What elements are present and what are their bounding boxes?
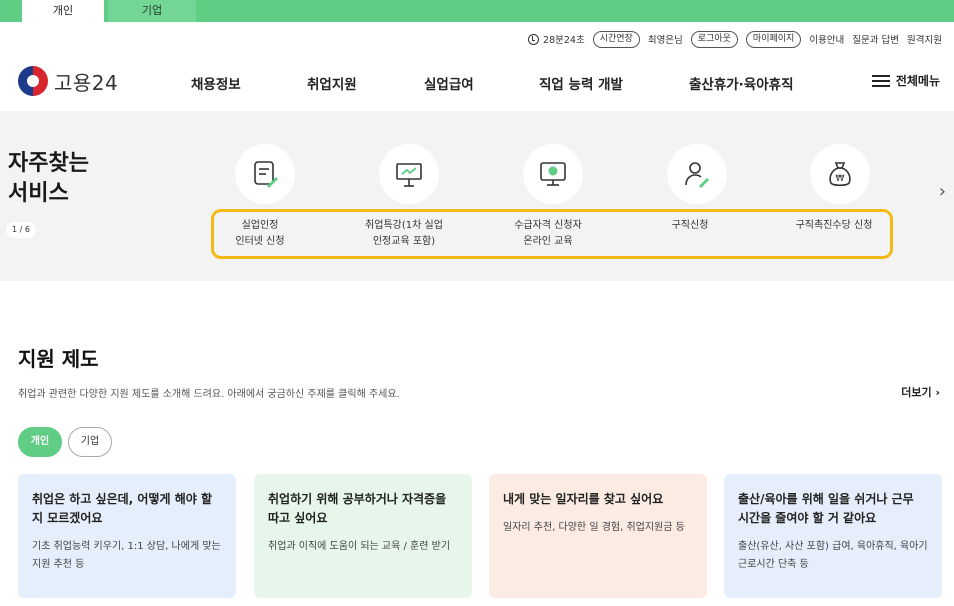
carousel-pager: 1 / 6 bbox=[6, 222, 36, 238]
chevron-right-icon[interactable]: › bbox=[939, 181, 946, 202]
user-name: 최영은님 bbox=[647, 35, 683, 46]
svg-text:₩: ₩ bbox=[836, 174, 845, 184]
monitor-play-icon[interactable] bbox=[523, 144, 583, 204]
support-card[interactable]: 출산/육아를 위해 일을 쉬거나 근무 시간을 줄여야 할 거 같아요 출산(유… bbox=[724, 474, 942, 598]
card-title: 출산/육아를 위해 일을 쉬거나 근무 시간을 줄여야 할 거 같아요 bbox=[738, 492, 914, 525]
main-header: 고용24 채용정보 취업지원 실업급여 직업 능력 개발 출산휴가·육아휴직 전… bbox=[0, 56, 954, 108]
card-title: 취업은 하고 싶은데, 어떻게 해야 할 지 모르겠어요 bbox=[32, 492, 213, 525]
global-nav: 채용정보 취업지원 실업급여 직업 능력 개발 출산휴가·육아휴직 bbox=[0, 73, 954, 93]
frequent-services-title: 자주찾는 서비스 bbox=[8, 151, 89, 206]
remote-support-link[interactable]: 원격지원 bbox=[907, 32, 942, 46]
money-bag-icon[interactable]: ₩ bbox=[810, 144, 870, 204]
nav-employment-support[interactable]: 취업지원 bbox=[307, 73, 357, 93]
card-title: 취업하기 위해 공부하거나 자격증을 따고 싶어요 bbox=[268, 492, 447, 525]
toggle-personal[interactable]: 개인 bbox=[18, 427, 62, 457]
qna-link[interactable]: 질문과 답변 bbox=[852, 32, 899, 46]
card-title: 내게 맞는 일자리를 찾고 싶어요 bbox=[503, 492, 664, 506]
section-description: 취업과 관련한 다양한 지원 제도를 소개해 드려요. 아래에서 궁금하신 주제… bbox=[18, 389, 400, 400]
nav-unemployment-benefit[interactable]: 실업급여 bbox=[424, 73, 474, 93]
support-card[interactable]: 취업하기 위해 공부하거나 자격증을 따고 싶어요 취업과 이직에 도움이 되는… bbox=[254, 474, 472, 598]
more-link[interactable]: 더보기 › bbox=[901, 384, 940, 400]
top-tab-bar: 개인 기업 bbox=[0, 0, 954, 22]
clock-icon bbox=[528, 33, 540, 45]
service-job-lecture[interactable]: 취업특강(1차 실업 인정교육 포함) bbox=[334, 218, 474, 250]
utility-bar: 28분24초 시간연장 최영은님 로그아웃 마이페이지 이용안내 질문과 답변 … bbox=[528, 29, 942, 49]
session-timer: 28분24초 bbox=[528, 32, 585, 46]
card-description: 취업과 이직에 도움이 되는 교육 / 훈련 받기 bbox=[268, 541, 451, 552]
all-menu-label: 전체메뉴 bbox=[895, 74, 940, 88]
hamburger-icon bbox=[871, 74, 890, 87]
service-online-education[interactable]: 수급자격 신청자 온라인 교육 bbox=[478, 218, 618, 250]
guide-link[interactable]: 이용안내 bbox=[809, 32, 844, 46]
nav-job-info[interactable]: 채용정보 bbox=[191, 73, 241, 93]
extend-session-button[interactable]: 시간연장 bbox=[592, 30, 640, 48]
support-card[interactable]: 취업은 하고 싶은데, 어떻게 해야 할 지 모르겠어요 기초 취업능력 키우기… bbox=[18, 474, 236, 598]
service-job-seeking-allowance[interactable]: 구직촉진수당 신청 bbox=[764, 218, 904, 234]
card-description: 일자리 추천, 다양한 일 경험, 취업지원금 등 bbox=[503, 522, 685, 533]
mypage-button[interactable]: 마이페이지 bbox=[745, 30, 802, 48]
service-job-application[interactable]: 구직신청 bbox=[620, 218, 760, 234]
all-menu-button[interactable]: 전체메뉴 bbox=[871, 72, 940, 89]
frequent-services-panel: 자주찾는 서비스 1 / 6 ₩ 실업인정 인터넷 신청 취업특강(1차 실업 … bbox=[0, 111, 954, 281]
session-timer-text: 28분24초 bbox=[543, 35, 585, 46]
nav-vocational-training[interactable]: 직업 능력 개발 bbox=[539, 73, 623, 93]
support-card[interactable]: 내게 맞는 일자리를 찾고 싶어요 일자리 추천, 다양한 일 경험, 취업지원… bbox=[489, 474, 707, 598]
logout-button[interactable]: 로그아웃 bbox=[690, 30, 738, 48]
tab-personal[interactable]: 개인 bbox=[22, 0, 104, 22]
section-title: 지원 제도 bbox=[18, 347, 99, 371]
tab-company[interactable]: 기업 bbox=[108, 0, 196, 22]
person-pen-icon[interactable] bbox=[667, 144, 727, 204]
card-description: 기초 취업능력 키우기, 1:1 상담, 나에게 맞는 지원 추천 등 bbox=[32, 541, 221, 570]
nav-maternity-leave[interactable]: 출산휴가·육아휴직 bbox=[689, 73, 794, 93]
card-description: 출산(유산, 사산 포함) 급여, 육아휴직, 육아기 근로시간 단축 등 bbox=[738, 541, 928, 570]
toggle-company[interactable]: 기업 bbox=[68, 427, 112, 457]
document-pen-icon[interactable] bbox=[235, 144, 295, 204]
presentation-board-icon[interactable] bbox=[379, 144, 439, 204]
service-unemployment-cert[interactable]: 실업인정 인터넷 신청 bbox=[190, 218, 330, 250]
